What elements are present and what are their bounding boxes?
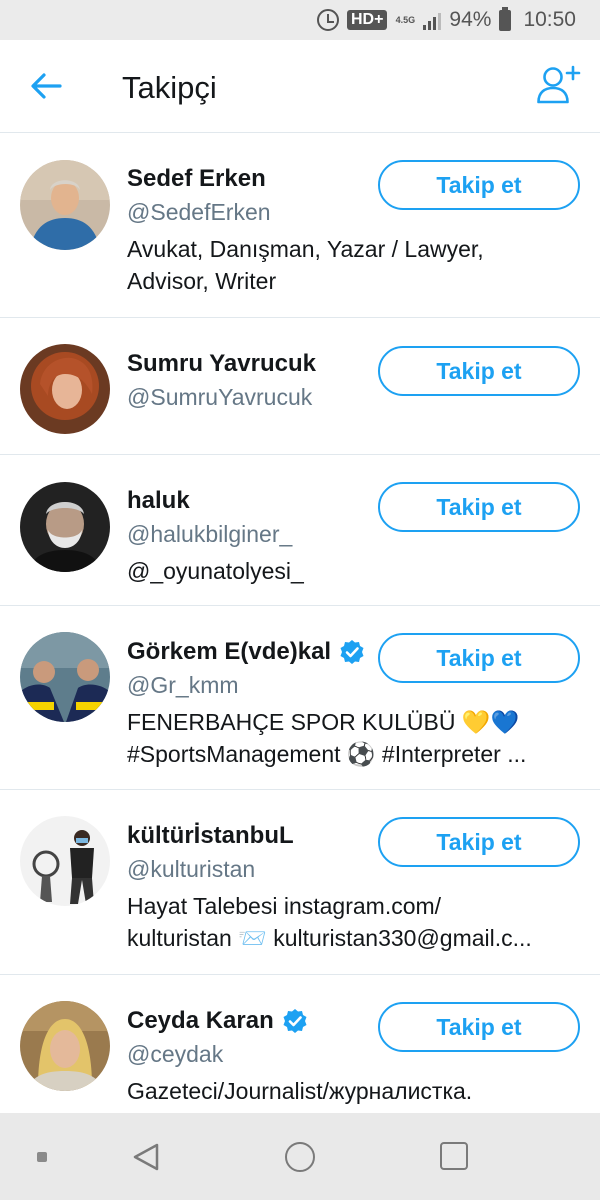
bio-line: Avukat, Danışman, Yazar / Lawyer, (127, 236, 484, 262)
user-bio: @_oyunatolyesi_ (127, 555, 577, 587)
status-bar: HD+ 4.5G 94% 10:50 (0, 0, 600, 40)
user-bio: Hayat Talebesi instagram.com/ kulturista… (127, 890, 577, 954)
system-navigation-bar (0, 1113, 600, 1200)
follow-button[interactable]: Takip et (378, 160, 580, 210)
list-item[interactable]: Ceyda Karan @ceydak Gazeteci/Journalist/… (0, 975, 600, 1113)
battery-icon (499, 6, 512, 31)
nav-back-icon[interactable] (130, 1141, 162, 1173)
user-name: Görkem E(vde)kal (127, 638, 332, 665)
avatar[interactable] (20, 632, 110, 722)
follow-button[interactable]: Takip et (378, 1002, 580, 1052)
bio-line: kulturistan 📨 kulturistan330@gmail.c... (127, 925, 532, 951)
dot-icon[interactable] (37, 1152, 47, 1162)
alarm-icon (316, 9, 339, 31)
avatar[interactable] (20, 482, 110, 572)
user-handle: @SumruYavrucuk (127, 384, 313, 410)
follow-button[interactable]: Takip et (378, 817, 580, 867)
user-handle: @SedefErken (127, 199, 271, 225)
avatar[interactable] (20, 1001, 110, 1091)
user-handle: @halukbilginer_ (127, 521, 293, 547)
list-item[interactable]: Görkem E(vde)kal @Gr_kmm FENERBAHÇE SPOR… (0, 606, 600, 790)
user-name: haluk (127, 487, 190, 514)
add-user-icon[interactable] (536, 64, 582, 106)
clock: 10:50 (523, 8, 576, 31)
bio-line: Gazeteci/Journalist/журналистка. (127, 1078, 473, 1104)
user-bio: Avukat, Danışman, Yazar / Lawyer, Adviso… (127, 233, 577, 297)
user-handle: @kulturistan (127, 856, 256, 882)
bio-line: Hayat Talebesi instagram.com/ (127, 893, 442, 919)
signal-icon (423, 10, 442, 30)
list-item[interactable]: haluk @halukbilginer_ @_oyunatolyesi_ Ta… (0, 455, 600, 606)
app-header: Takipçi (0, 40, 600, 133)
avatar[interactable] (20, 344, 110, 434)
verified-badge-icon (283, 1009, 307, 1033)
network-type-icon: 4.5G (395, 14, 416, 25)
back-arrow-icon[interactable] (28, 68, 64, 104)
follow-button[interactable]: Takip et (378, 346, 580, 396)
follow-button[interactable]: Takip et (378, 633, 580, 683)
bio-line: FENERBAHÇE SPOR KULÜBÜ 💛💙 (127, 709, 520, 735)
followers-list: Sedef Erken @SedefErken Avukat, Danışman… (0, 133, 600, 1113)
battery-percent: 94% (449, 8, 492, 31)
user-handle: @Gr_kmm (127, 672, 239, 698)
user-name: Sumru Yavrucuk (127, 350, 316, 377)
bio-line: #SportsManagement ⚽ #Interpreter ... (127, 741, 527, 767)
user-name: kültürİstanbuL (127, 822, 294, 849)
avatar[interactable] (20, 160, 110, 250)
verified-badge-icon (340, 640, 364, 664)
page-title: Takipçi (122, 70, 217, 105)
avatar[interactable] (20, 816, 110, 906)
bio-line: @_oyunatolyesi_ (127, 558, 304, 584)
nav-recent-apps-icon[interactable] (440, 1142, 468, 1170)
list-item[interactable]: kültürİstanbuL @kulturistan Hayat Talebe… (0, 790, 600, 975)
user-bio: Gazeteci/Journalist/журналистка. (127, 1075, 577, 1107)
hd-plus-badge: HD+ (346, 10, 388, 30)
user-name: Ceyda Karan (127, 1007, 274, 1034)
bio-line: Advisor, Writer (127, 268, 277, 294)
nav-home-icon[interactable] (285, 1142, 315, 1172)
list-item[interactable]: Sumru Yavrucuk @SumruYavrucuk Takip et (0, 318, 600, 455)
follow-button[interactable]: Takip et (378, 482, 580, 532)
user-name: Sedef Erken (127, 165, 266, 192)
list-item[interactable]: Sedef Erken @SedefErken Avukat, Danışman… (0, 133, 600, 318)
user-bio: FENERBAHÇE SPOR KULÜBÜ 💛💙 #SportsManagem… (127, 706, 577, 770)
user-handle: @ceydak (127, 1041, 224, 1067)
